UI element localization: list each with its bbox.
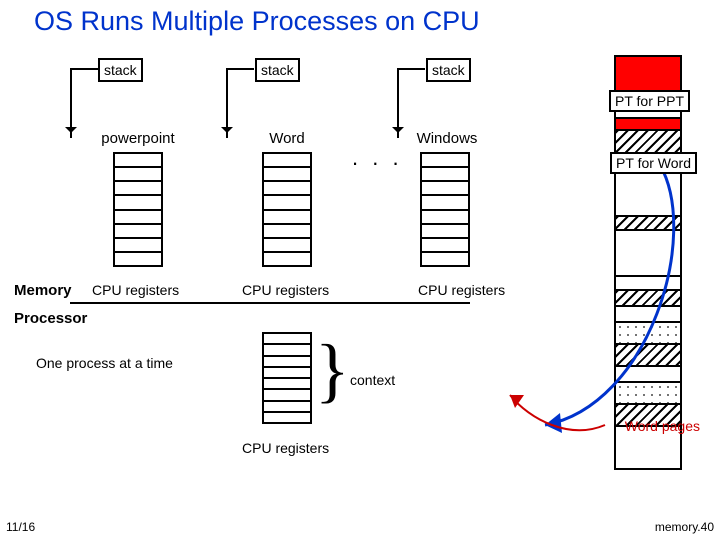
proc-name-1: Word xyxy=(252,130,322,147)
ellipsis: . . . xyxy=(352,145,403,171)
arrow-stack-1 xyxy=(226,68,228,138)
stack-box-0: stack xyxy=(98,58,143,82)
proc-name-2: Windows xyxy=(402,130,492,147)
processor-label: Processor xyxy=(14,310,87,327)
proc-stack-0 xyxy=(113,152,163,267)
footer-slide: memory.40 xyxy=(655,520,714,534)
slide-title: OS Runs Multiple Processes on CPU xyxy=(0,0,720,37)
cpu-reg-context: CPU registers xyxy=(242,440,329,456)
stack-box-1: stack xyxy=(255,58,300,82)
memory-divider-left xyxy=(70,302,470,304)
one-process-text: One process at a time xyxy=(36,355,176,371)
proc-stack-1 xyxy=(262,152,312,267)
red-arrow-icon xyxy=(490,380,620,450)
cpu-reg-0: CPU registers xyxy=(92,282,179,298)
word-pages-label: Word pages xyxy=(625,418,700,434)
context-stack xyxy=(262,332,312,424)
arrow-stack-0 xyxy=(70,68,72,138)
pt-word-label: PT for Word xyxy=(610,152,697,174)
stack-box-2: stack xyxy=(426,58,471,82)
memory-label: Memory xyxy=(14,282,72,299)
proc-stack-2 xyxy=(420,152,470,267)
proc-name-0: powerpoint xyxy=(88,130,188,147)
cpu-reg-2: CPU registers xyxy=(418,282,505,298)
brace-icon: } xyxy=(315,340,350,400)
context-label: context xyxy=(350,372,395,388)
footer-page: 11/16 xyxy=(6,520,35,534)
arrow-stack-2 xyxy=(397,68,399,138)
pt-ppt-label: PT for PPT xyxy=(609,90,690,112)
cpu-reg-1: CPU registers xyxy=(242,282,329,298)
memory-column xyxy=(614,55,682,470)
